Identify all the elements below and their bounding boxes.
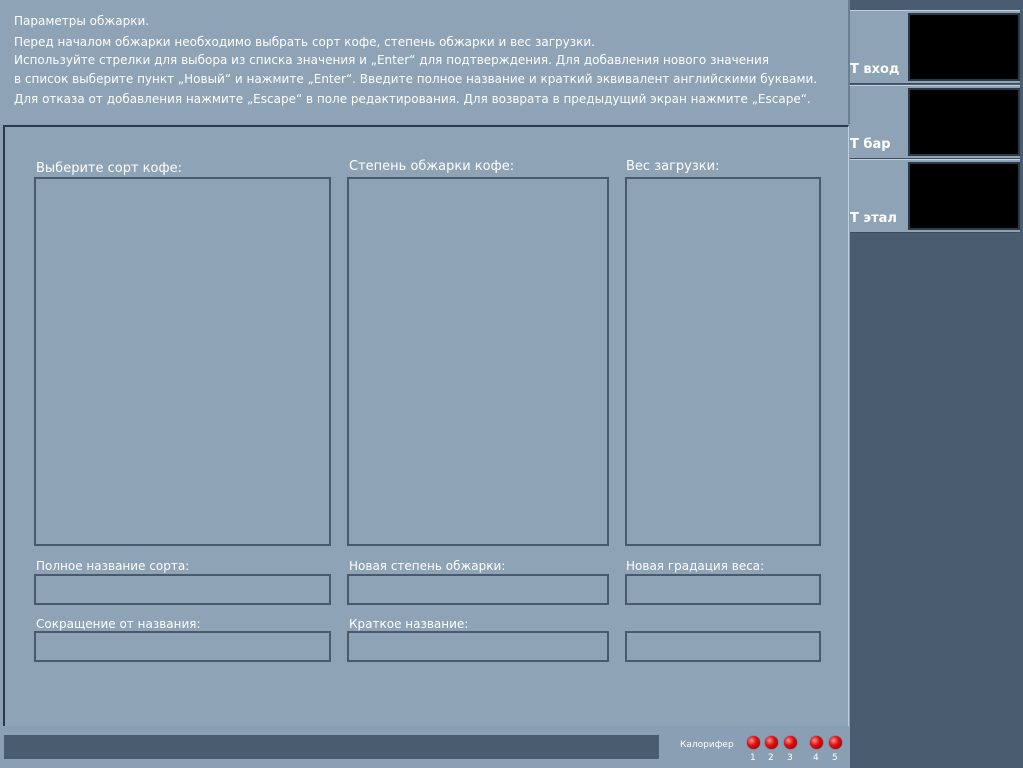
gauge-reference-temperature: Т этал (850, 159, 1020, 233)
sort-abbreviation-input[interactable] (34, 631, 331, 662)
instructions-title: Параметры обжарки. (14, 14, 150, 28)
weight-short-input[interactable] (625, 631, 821, 662)
heater-indicator-number: 4 (813, 753, 819, 763)
gauge-display (908, 13, 1020, 81)
heater-indicator-1 (747, 736, 760, 749)
sort-abbreviation-label: Сокращение от названия: (36, 617, 201, 631)
heater-indicator-number: 5 (832, 753, 838, 763)
new-weight-grade-input[interactable] (625, 574, 821, 605)
coffee-sort-heading: Выберите сорт кофе: (36, 161, 182, 176)
gauge-display (908, 162, 1020, 230)
full-sort-name-label: Полное название сорта: (36, 559, 190, 573)
temperature-sidebar: Т вход Т бар Т этал (850, 0, 1023, 768)
status-area: Калорифер 1 2 3 4 5 (0, 726, 850, 768)
gauge-inlet-temperature: Т вход (850, 10, 1020, 84)
instruction-line: Используйте стрелки для выбора из списка… (14, 53, 769, 67)
gauge-label: Т этал (850, 211, 897, 226)
new-roast-degree-label: Новая степень обжарки: (349, 559, 506, 573)
heater-label: Калорифер (680, 740, 734, 750)
heater-indicator-3 (784, 736, 797, 749)
instruction-line: в список выберите пункт „Новый“ и нажмит… (14, 72, 818, 86)
heater-indicator-number: 3 (787, 753, 793, 763)
roast-degree-heading: Степень обжарки кофе: (349, 159, 515, 174)
main-area: Параметры обжарки. Перед началом обжарки… (0, 0, 850, 768)
heater-indicator-number: 2 (768, 753, 774, 763)
new-roast-degree-input[interactable] (347, 574, 609, 605)
gauge-display (908, 88, 1020, 156)
short-name-label: Краткое название: (349, 617, 469, 631)
heater-indicator-5 (829, 736, 842, 749)
instruction-line: Для отказа от добавления нажмите „Escape… (14, 92, 811, 106)
short-name-input[interactable] (347, 631, 609, 662)
load-weight-list[interactable] (625, 177, 821, 546)
heater-indicator-number: 1 (750, 753, 756, 763)
roast-degree-list[interactable] (347, 177, 609, 546)
coffee-sort-list[interactable] (34, 177, 331, 546)
heater-indicator-2 (765, 736, 778, 749)
instruction-line: Перед началом обжарки необходимо выбрать… (14, 35, 595, 49)
instructions-panel: Параметры обжарки. Перед началом обжарки… (0, 0, 850, 124)
status-bar (4, 735, 659, 759)
heater-indicator-4 (810, 736, 823, 749)
full-sort-name-input[interactable] (34, 574, 331, 605)
gauge-label: Т вход (850, 62, 900, 77)
load-weight-heading: Вес загрузки: (626, 159, 720, 174)
gauge-label: Т бар (850, 137, 891, 152)
new-weight-grade-label: Новая градация веса: (626, 559, 765, 573)
gauge-drum-temperature: Т бар (850, 85, 1020, 159)
roast-parameters-panel: Выберите сорт кофе: Полное название сорт… (3, 125, 849, 727)
